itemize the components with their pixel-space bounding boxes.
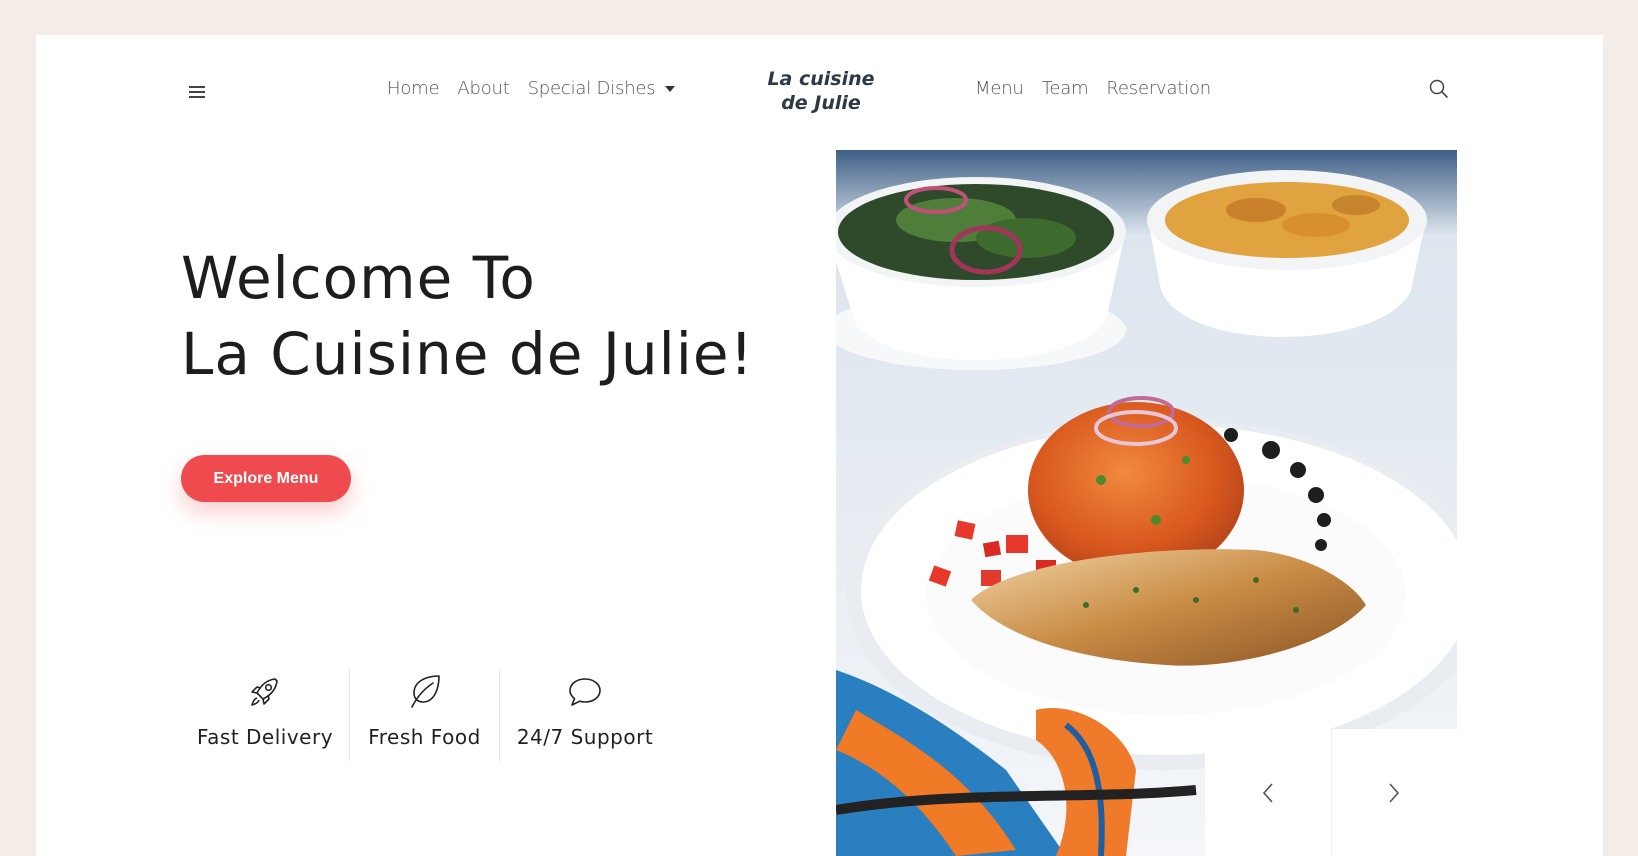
hero-title-line-2: La Cuisine de Julie!: [181, 320, 754, 388]
feature-label: Fast Delivery: [196, 725, 334, 749]
slider-prev-button[interactable]: [1205, 729, 1331, 856]
feature-label: 24/7 Support: [516, 725, 654, 749]
slider-controls: [1205, 729, 1457, 856]
nav-item-team[interactable]: Team: [1042, 78, 1089, 99]
leaf-icon: [410, 675, 440, 708]
feature-support: 24/7 Support: [500, 669, 670, 761]
nav-item-special-dishes-label: Special Dishes: [527, 78, 656, 99]
rocket-icon: [251, 678, 278, 706]
nav-item-reservation[interactable]: Reservation: [1106, 78, 1211, 99]
site-logo[interactable]: La cuisine de Julie: [756, 67, 886, 115]
hamburger-icon[interactable]: [189, 86, 205, 100]
nav-item-home[interactable]: Home: [387, 78, 440, 99]
feature-fresh-food: Fresh Food: [350, 669, 499, 761]
feature-fast-delivery: Fast Delivery: [181, 669, 349, 761]
nav-left: Home About Special Dishes: [387, 78, 693, 99]
nav-right: Menu Team Reservation: [975, 78, 1229, 99]
explore-menu-button[interactable]: Explore Menu: [181, 455, 351, 502]
features-row: Fast Delivery Fresh Food 24/7 Support: [181, 669, 670, 761]
feature-label: Fresh Food: [368, 725, 481, 749]
logo-line-2: de Julie: [781, 92, 861, 114]
search-icon[interactable]: [1428, 78, 1450, 100]
page-container: Home About Special Dishes La cuisine de …: [36, 35, 1603, 856]
caret-down-icon: [665, 85, 676, 92]
chevron-right-icon: [1389, 782, 1400, 803]
logo-line-1: La cuisine: [767, 68, 875, 90]
chat-bubble-icon: [569, 678, 601, 706]
hero-title: Welcome To La Cuisine de Julie!: [181, 240, 754, 392]
nav-item-special-dishes[interactable]: Special Dishes: [528, 78, 676, 99]
nav-item-about[interactable]: About: [457, 78, 509, 99]
hero-title-line-1: Welcome To: [181, 244, 536, 312]
chevron-left-icon: [1262, 782, 1273, 803]
nav-item-menu[interactable]: Menu: [975, 78, 1024, 99]
slider-next-button[interactable]: [1332, 729, 1458, 856]
